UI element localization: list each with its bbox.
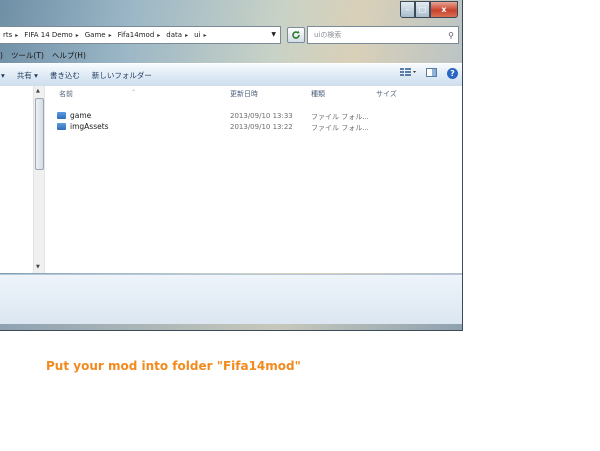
file-name: imgAssets <box>70 122 109 131</box>
sort-ascending-icon: ⌃ <box>131 89 137 96</box>
menu-bar: ) ツール(T) ヘルプ(H) <box>0 48 462 62</box>
file-row[interactable]: game 2013/09/10 13:33 ファイル フォル... <box>45 111 462 122</box>
folder-icon <box>57 112 66 119</box>
search-input[interactable]: uiの検索 <box>314 30 448 40</box>
caption-buttons: – □ x <box>400 1 458 18</box>
share-button[interactable]: 共有 ▾ <box>17 70 38 81</box>
navigation-pane[interactable]: ▲ ▼ <box>0 86 45 273</box>
help-icon[interactable]: ? <box>447 68 458 79</box>
column-header-type[interactable]: 種類 <box>311 89 325 99</box>
breadcrumb-item[interactable]: ui <box>194 31 200 39</box>
breadcrumb-item[interactable]: FIFA 14 Demo <box>24 31 72 39</box>
search-icon[interactable]: ⚲ <box>448 31 454 40</box>
maximize-button[interactable]: □ <box>415 1 430 18</box>
breadcrumb-item[interactable]: rts <box>3 31 12 39</box>
command-bar-right: ? <box>390 68 458 79</box>
menu-item-help[interactable]: ヘルプ(H) <box>52 50 86 61</box>
column-header-modified[interactable]: 更新日時 <box>230 89 258 99</box>
breadcrumb-separator-icon[interactable]: ▸ <box>15 32 18 39</box>
menu-item-view[interactable]: ) <box>0 51 3 60</box>
column-header-size[interactable]: サイズ <box>376 89 397 99</box>
menu-item-tools[interactable]: ツール(T) <box>11 50 44 61</box>
view-options-icon[interactable] <box>400 68 416 79</box>
file-type: ファイル フォル... <box>311 124 369 132</box>
close-button[interactable]: x <box>430 1 458 18</box>
address-dropdown-icon[interactable]: ▼ <box>271 31 276 38</box>
breadcrumb-separator-icon[interactable]: ▸ <box>185 32 188 39</box>
file-name: game <box>70 111 92 120</box>
column-headers: 名前 ⌃ 更新日時 種類 サイズ <box>45 86 462 100</box>
refresh-icon <box>292 30 300 39</box>
file-type: ファイル フォル... <box>311 113 369 121</box>
breadcrumb-separator-icon[interactable]: ▸ <box>203 32 206 39</box>
new-folder-button[interactable]: 新しいフォルダー <box>92 70 152 81</box>
breadcrumb-separator-icon[interactable]: ▸ <box>157 32 160 39</box>
column-header-name[interactable]: 名前 <box>59 89 73 99</box>
breadcrumb-item[interactable]: data <box>166 31 182 39</box>
scroll-up-icon[interactable]: ▲ <box>36 88 40 94</box>
window-bottom-border <box>0 324 462 330</box>
search-box[interactable]: uiの検索 ⚲ <box>307 26 459 44</box>
burn-button[interactable]: 書き込む <box>50 70 80 81</box>
refresh-button[interactable] <box>287 27 305 43</box>
details-pane <box>0 274 462 325</box>
breadcrumb-separator-icon[interactable]: ▸ <box>109 32 112 39</box>
minimize-button[interactable]: – <box>400 1 415 18</box>
file-row[interactable]: imgAssets 2013/09/10 13:22 ファイル フォル... <box>45 122 462 133</box>
breadcrumb-item[interactable]: Fifa14mod <box>118 31 155 39</box>
address-bar[interactable]: rts ▸ FIFA 14 Demo ▸ Game ▸ Fifa14mod ▸ data… <box>0 26 281 44</box>
instruction-text: Put your mod into folder "Fifa14mod" <box>46 359 301 373</box>
breadcrumb-item[interactable]: Game <box>85 31 106 39</box>
nav-scrollbar[interactable]: ▲ ▼ <box>33 86 44 273</box>
address-row: rts ▸ FIFA 14 Demo ▸ Game ▸ Fifa14mod ▸ data… <box>0 26 462 44</box>
command-bar: ▾ 共有 ▾ 書き込む 新しいフォルダー ? <box>0 63 462 87</box>
explorer-window: – □ x rts ▸ FIFA 14 Demo ▸ Game ▸ Fifa14mod… <box>0 0 463 331</box>
file-modified: 2013/09/10 13:22 <box>230 123 293 131</box>
file-modified: 2013/09/10 13:33 <box>230 112 293 120</box>
file-list: 名前 ⌃ 更新日時 種類 サイズ game 2013/09/10 13:33 フ… <box>45 86 462 273</box>
folder-icon <box>57 123 66 130</box>
scroll-down-icon[interactable]: ▼ <box>36 264 40 270</box>
breadcrumb-separator-icon[interactable]: ▸ <box>76 32 79 39</box>
scroll-thumb[interactable] <box>35 98 44 170</box>
preview-pane-icon[interactable] <box>426 68 437 79</box>
organize-dropdown-icon[interactable]: ▾ <box>1 71 5 80</box>
